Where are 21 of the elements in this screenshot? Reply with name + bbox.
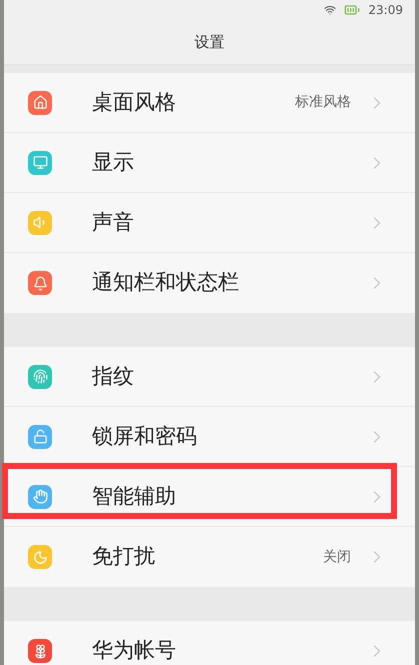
row-label: 桌面风格 [92, 88, 176, 116]
settings-row[interactable]: 指纹 [4, 347, 415, 407]
row-label: 免打扰 [92, 543, 155, 570]
window-title: 设置 [194, 32, 224, 53]
row-label: 声音 [92, 208, 134, 236]
settings-row[interactable]: 通知栏和状态栏 [4, 253, 415, 313]
row-label: 通知栏和状态栏 [92, 269, 239, 296]
row-label: 锁屏和密码 [92, 422, 197, 450]
row-label: 指纹 [92, 362, 134, 390]
settings-row[interactable]: 桌面风格 标准风格 [4, 73, 415, 133]
row-value: 关闭 [323, 548, 351, 566]
row-label: 华为帐号 [92, 637, 176, 664]
status-time: 23:09 [368, 2, 403, 19]
settings-row[interactable]: 锁屏和密码 [4, 407, 415, 467]
settings-row[interactable]: 免打扰 关闭 [4, 527, 415, 587]
row-label: 显示 [92, 148, 134, 176]
settings-row[interactable]: 显示 [4, 133, 415, 193]
settings-row[interactable]: 声音 [4, 193, 415, 253]
settings-row[interactable]: 华为帐号 [4, 621, 415, 665]
row-value: 标准风格 [295, 93, 351, 112]
row-label: 智能辅助 [92, 482, 176, 510]
